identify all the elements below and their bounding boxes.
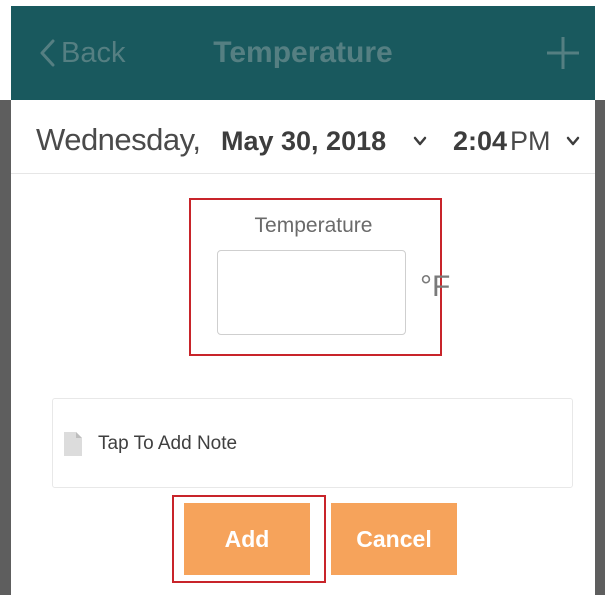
date-picker-value[interactable]: May 30, 2018 bbox=[221, 126, 386, 157]
add-button[interactable]: Add bbox=[184, 503, 310, 575]
plus-icon bbox=[547, 37, 579, 69]
left-border bbox=[0, 100, 11, 595]
page-title: Temperature bbox=[213, 36, 393, 69]
add-entry-button[interactable] bbox=[546, 36, 580, 70]
date-time-row: Wednesday, May 30, 2018 2:04 PM bbox=[11, 100, 595, 174]
temperature-input[interactable] bbox=[217, 250, 406, 335]
temperature-unit: °F bbox=[420, 270, 451, 303]
cancel-button[interactable]: Cancel bbox=[331, 503, 457, 575]
chevron-down-icon[interactable] bbox=[566, 136, 580, 146]
screen: Back Temperature Wednesday, May 30, 2018… bbox=[0, 0, 605, 595]
add-note-row[interactable]: Tap To Add Note bbox=[52, 398, 573, 488]
time-ampm[interactable]: PM bbox=[510, 126, 551, 157]
temperature-label: Temperature bbox=[254, 214, 373, 237]
note-icon bbox=[64, 432, 82, 456]
chevron-down-icon[interactable] bbox=[413, 136, 427, 146]
date-weekday: Wednesday, bbox=[36, 122, 201, 157]
time-picker-value[interactable]: 2:04 bbox=[453, 126, 507, 157]
nav-bar: Back Temperature bbox=[11, 6, 595, 100]
right-border bbox=[595, 100, 605, 595]
add-note-label: Tap To Add Note bbox=[98, 433, 238, 454]
